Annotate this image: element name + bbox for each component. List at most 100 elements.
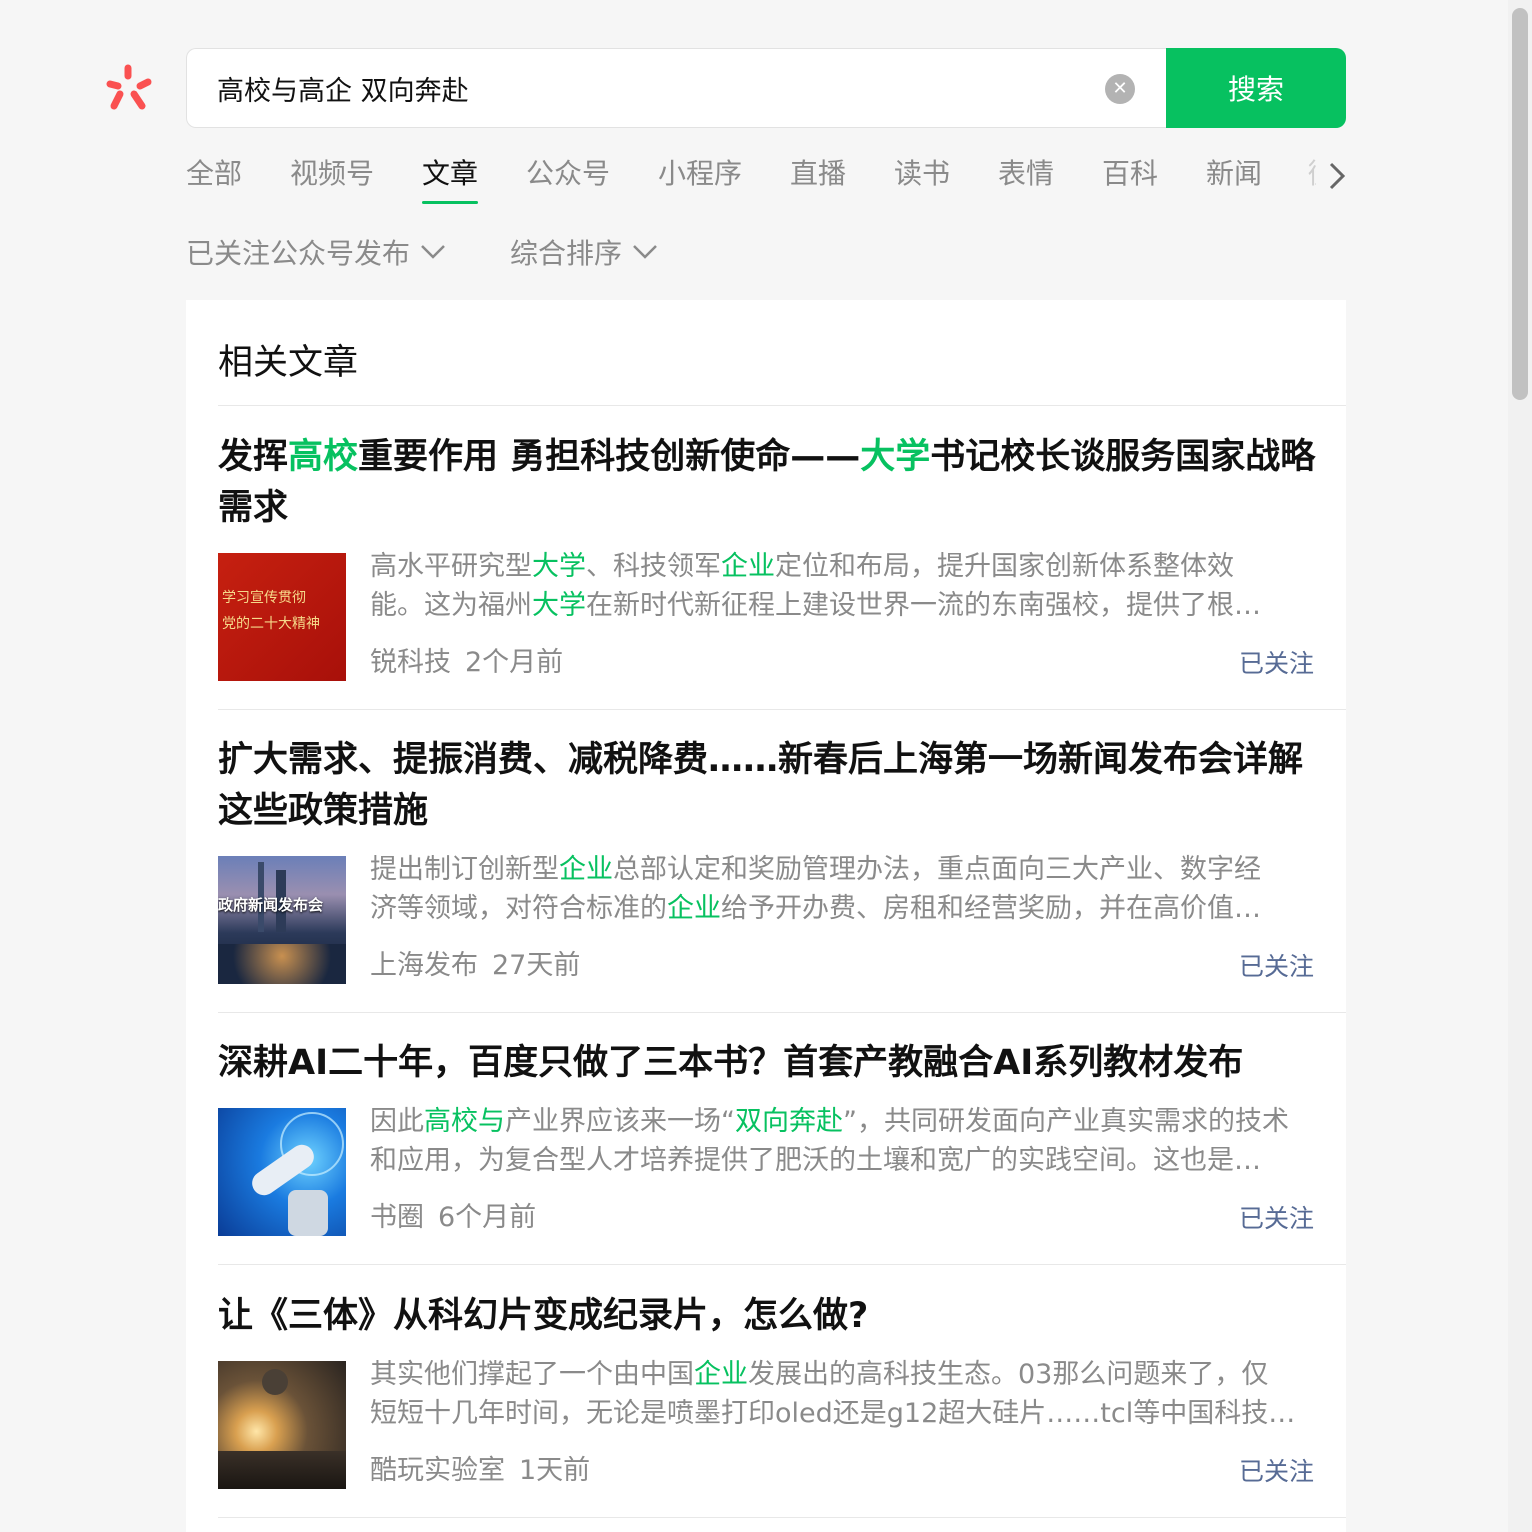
tab-all[interactable]: 全部 bbox=[186, 152, 242, 208]
article-thumbnail[interactable] bbox=[218, 1108, 346, 1236]
text-segment: 高水平研究型 bbox=[370, 551, 532, 582]
text-segment: 和应用，为复合型人才培养提供了肥沃的土壤和宽广的实践空间。这也是… bbox=[370, 1145, 1261, 1176]
summary-line: 能。这为福州大学在新时代新征程上建设世界一流的东南强校，提供了根… bbox=[370, 586, 1318, 625]
article-summary: 高水平研究型大学、科技领军企业定位和布局，提升国家创新体系整体效 能。这为福州大学… bbox=[370, 547, 1318, 625]
search-button[interactable]: 搜索 bbox=[1166, 48, 1346, 128]
article-time: 27天前 bbox=[492, 950, 581, 981]
followed-link[interactable]: 已关注 bbox=[1239, 1452, 1314, 1488]
tab-live[interactable]: 直播 bbox=[790, 152, 846, 208]
source-filter-dropdown[interactable]: 已关注公众号发布 bbox=[186, 232, 446, 272]
followed-link[interactable]: 已关注 bbox=[1239, 644, 1314, 680]
text-segment: 产业界应该来一场“ bbox=[505, 1106, 735, 1137]
chevron-right-icon[interactable] bbox=[1322, 158, 1352, 194]
text-segment: 在新时代新征程上建设世界一流的东南强校，提供了根… bbox=[586, 590, 1261, 621]
article-summary: 因此高校与产业界应该来一场“双向奔赴”，共同研发面向产业真实需求的技术和应用，为… bbox=[370, 1102, 1318, 1180]
tab-channels[interactable]: 视频号 bbox=[290, 152, 374, 208]
search-box: ✕ bbox=[186, 48, 1166, 128]
article-thumbnail[interactable] bbox=[218, 1361, 346, 1489]
search-input[interactable] bbox=[217, 49, 1077, 127]
chevron-down-icon bbox=[633, 245, 657, 259]
text-segment: 深耕AI二十年，百度只做了三本书？首套产教融合AI系列教材发布 bbox=[218, 1043, 1244, 1083]
article-time: 2个月前 bbox=[465, 647, 564, 678]
article-meta: 上海发布 27天前 bbox=[370, 943, 580, 982]
source-filter-label: 已关注公众号发布 bbox=[186, 237, 411, 270]
tab-encyclopedia[interactable]: 百科 bbox=[1102, 152, 1158, 208]
text-segment: 济等领域，对符合标准的 bbox=[370, 893, 667, 924]
article-title[interactable]: 扩大需求、提振消费、减税降费……新春后上海第一场新闻发布会详解这些政策措施 bbox=[218, 735, 1318, 837]
divider bbox=[218, 405, 1346, 406]
highlighted-keyword: 大学 bbox=[860, 437, 931, 477]
summary-line: 其实他们撑起了一个由中国企业发展出的高科技生态。03那么问题来了，仅 bbox=[370, 1355, 1318, 1394]
text-segment: 发展出的高科技生态。03那么问题来了，仅 bbox=[748, 1359, 1269, 1390]
text-segment: 让《三体》从科幻片变成纪录片，怎么做? bbox=[218, 1296, 869, 1336]
text-segment: 、科技领军 bbox=[586, 551, 721, 582]
article-time: 6个月前 bbox=[438, 1202, 537, 1233]
tab-reading[interactable]: 读书 bbox=[894, 152, 950, 208]
thumbnail-caption: 政府新闻发布会 bbox=[218, 896, 324, 914]
highlighted-keyword: 企业 bbox=[559, 854, 613, 885]
close-circle-icon[interactable]: ✕ bbox=[1105, 74, 1135, 104]
summary-line: 提出制订创新型企业总部认定和奖励管理办法，重点面向三大产业、数字经 bbox=[370, 850, 1318, 889]
highlighted-keyword: 企业 bbox=[667, 893, 721, 924]
article-summary: 其实他们撑起了一个由中国企业发展出的高科技生态。03那么问题来了，仅短短十几年时… bbox=[370, 1355, 1318, 1433]
followed-link[interactable]: 已关注 bbox=[1239, 947, 1314, 983]
highlighted-keyword: 双向奔赴 bbox=[735, 1106, 843, 1137]
article-title[interactable]: 让《三体》从科幻片变成纪录片，怎么做? bbox=[218, 1291, 1318, 1342]
text-segment: 能。这为福州 bbox=[370, 590, 532, 621]
highlighted-keyword: 大学 bbox=[532, 590, 586, 621]
summary-line: 因此高校与产业界应该来一场“双向奔赴”，共同研发面向产业真实需求的技术 bbox=[370, 1102, 1318, 1141]
article-meta: 锐科技 2个月前 bbox=[370, 640, 563, 679]
article-item[interactable]: 让《三体》从科幻片变成纪录片，怎么做? 其实他们撑起了一个由中国企业发展出的高科… bbox=[218, 1291, 1318, 1489]
text-segment: 因此 bbox=[370, 1106, 424, 1137]
scrollbar-track[interactable] bbox=[1508, 0, 1532, 1532]
text-segment: 定位和布局，提升国家创新体系整体效 bbox=[775, 551, 1234, 582]
article-meta: 酷玩实验室 1天前 bbox=[370, 1448, 590, 1487]
thumbnail-caption: 党的二十大精神 bbox=[222, 616, 320, 632]
text-segment: 重要作用 勇担科技创新使命—— bbox=[358, 437, 861, 477]
text-segment: ”，共同研发面向产业真实需求的技术 bbox=[843, 1106, 1289, 1137]
article-source[interactable]: 酷玩实验室 bbox=[370, 1455, 505, 1486]
text-segment: 发挥 bbox=[218, 437, 289, 477]
tab-mini-programs[interactable]: 小程序 bbox=[658, 152, 742, 208]
article-summary: 提出制订创新型企业总部认定和奖励管理办法，重点面向三大产业、数字经 济等领域，对符… bbox=[370, 850, 1318, 928]
text-segment: 给予开办费、房租和经营奖励，并在高价值… bbox=[721, 893, 1261, 924]
article-thumbnail[interactable]: 政府新闻发布会 bbox=[218, 856, 346, 984]
article-title[interactable]: 深耕AI二十年，百度只做了三本书？首套产教融合AI系列教材发布 bbox=[218, 1038, 1318, 1089]
highlighted-keyword: 高校 bbox=[288, 437, 359, 477]
article-source[interactable]: 上海发布 bbox=[370, 950, 478, 981]
text-segment: 其实他们撑起了一个由中国 bbox=[370, 1359, 694, 1390]
tab-official-accounts[interactable]: 公众号 bbox=[526, 152, 610, 208]
scrollbar-thumb[interactable] bbox=[1512, 8, 1528, 400]
tab-articles[interactable]: 文章 bbox=[422, 152, 479, 208]
chevron-down-icon bbox=[421, 245, 445, 259]
divider bbox=[218, 1264, 1346, 1265]
divider bbox=[218, 1012, 1346, 1013]
divider bbox=[218, 1517, 1346, 1518]
wechat-search-logo-icon bbox=[104, 62, 156, 114]
article-item[interactable]: 扩大需求、提振消费、减税降费……新春后上海第一场新闻发布会详解这些政策措施 政府… bbox=[218, 735, 1318, 984]
section-title: 相关文章 bbox=[218, 343, 359, 383]
article-item[interactable]: 深耕AI二十年，百度只做了三本书？首套产教融合AI系列教材发布 因此高校与产业界… bbox=[218, 1038, 1318, 1236]
divider bbox=[218, 709, 1346, 710]
tab-stickers[interactable]: 表情 bbox=[998, 152, 1054, 208]
tab-news[interactable]: 新闻 bbox=[1206, 152, 1262, 208]
text-segment: 短短十几年时间，无论是喷墨打印oled还是g12超大硅片……tcl等中国科技… bbox=[370, 1398, 1296, 1429]
article-thumbnail[interactable]: 学习宣传贯彻 党的二十大精神 bbox=[218, 553, 346, 681]
article-source[interactable]: 书圈 bbox=[370, 1202, 424, 1233]
tab-partial[interactable]: 微 bbox=[1308, 152, 1316, 208]
article-source[interactable]: 锐科技 bbox=[370, 647, 451, 678]
article-meta: 书圈 6个月前 bbox=[370, 1195, 536, 1234]
highlighted-keyword: 企业 bbox=[721, 551, 775, 582]
sort-filter-dropdown[interactable]: 综合排序 bbox=[510, 232, 658, 272]
article-time: 1天前 bbox=[519, 1455, 591, 1486]
summary-line: 济等领域，对符合标准的企业给予开办费、房租和经营奖励，并在高价值… bbox=[370, 889, 1318, 928]
followed-link[interactable]: 已关注 bbox=[1239, 1199, 1314, 1235]
summary-line: 高水平研究型大学、科技领军企业定位和布局，提升国家创新体系整体效 bbox=[370, 547, 1318, 586]
sort-filter-label: 综合排序 bbox=[510, 237, 623, 270]
results-panel: 相关文章 发挥高校重要作用 勇担科技创新使命——大学书记校长谈服务国家战略需求 … bbox=[186, 300, 1346, 1532]
article-title[interactable]: 发挥高校重要作用 勇担科技创新使命——大学书记校长谈服务国家战略需求 bbox=[218, 432, 1318, 534]
summary-line: 短短十几年时间，无论是喷墨打印oled还是g12超大硅片……tcl等中国科技… bbox=[370, 1394, 1318, 1433]
summary-line: 和应用，为复合型人才培养提供了肥沃的土壤和宽广的实践空间。这也是… bbox=[370, 1141, 1318, 1180]
article-item[interactable]: 发挥高校重要作用 勇担科技创新使命——大学书记校长谈服务国家战略需求 学习宣传贯… bbox=[218, 432, 1318, 681]
highlighted-keyword: 企业 bbox=[694, 1359, 748, 1390]
